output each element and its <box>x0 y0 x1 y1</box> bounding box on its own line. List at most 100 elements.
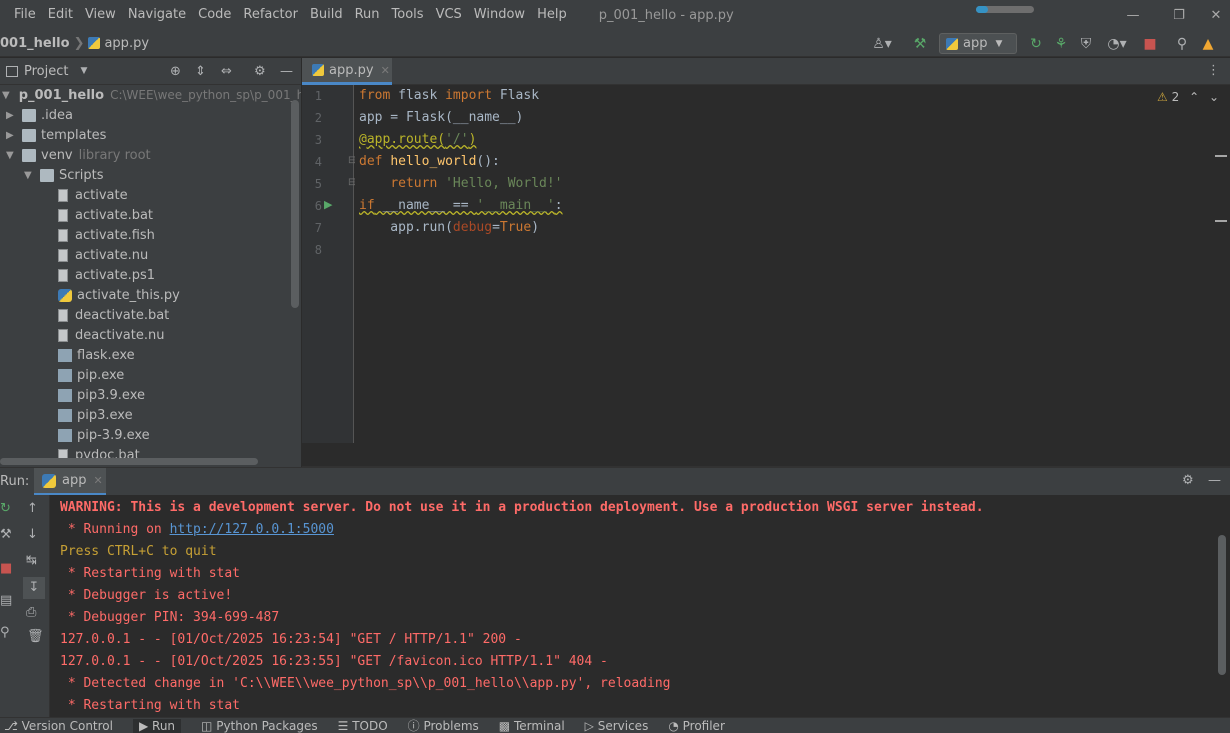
tree-item[interactable]: ▼ Scripts <box>0 165 301 185</box>
console-scrollbar[interactable] <box>1218 535 1226 675</box>
menu-tools[interactable]: Tools <box>386 0 430 30</box>
tree-item[interactable]: activate_this.py <box>0 285 301 305</box>
warning-stripe-marker[interactable] <box>1215 220 1227 222</box>
project-tree-scrollbar[interactable] <box>291 100 299 308</box>
menu-build[interactable]: Build <box>304 0 349 30</box>
tree-item[interactable]: pip3.exe <box>0 405 301 425</box>
gear-icon[interactable]: ⚙ <box>1182 473 1194 488</box>
inspection-widget[interactable]: ⚠ 2 ⌃ ⌄ <box>1157 90 1219 104</box>
menu-vcs[interactable]: VCS <box>430 0 468 30</box>
soft-wrap-icon[interactable]: ↹ <box>26 553 37 568</box>
build-hammer-icon[interactable]: ⚒ <box>908 30 932 57</box>
tree-item[interactable]: pip-3.9.exe <box>0 425 301 445</box>
pin-icon[interactable]: ⚲ <box>0 625 10 640</box>
tree-item-label: deactivate.nu <box>75 327 165 343</box>
restore-icon[interactable]: ❐ <box>1156 0 1202 30</box>
project-panel-title[interactable]: Project <box>24 64 68 79</box>
tree-item[interactable]: ▶ templates <box>0 125 301 145</box>
arrow-up-icon[interactable]: ↑ <box>27 501 38 516</box>
tree-item[interactable]: activate.bat <box>0 205 301 225</box>
background-task-progress[interactable] <box>976 6 1034 13</box>
rerun-icon[interactable]: ↻ <box>0 501 11 516</box>
tree-item[interactable]: activate.nu <box>0 245 301 265</box>
tree-item[interactable]: activate <box>0 185 301 205</box>
run-tab-app[interactable]: app ✕ <box>34 468 106 496</box>
tree-item[interactable]: activate.fish <box>0 225 301 245</box>
hide-panel-icon[interactable]: — <box>1208 473 1221 488</box>
update-icon[interactable]: ▲ <box>1196 30 1220 57</box>
tool-todo[interactable]: ☰ TODO <box>338 719 388 733</box>
chevron-up-icon[interactable]: ⌃ <box>1189 90 1199 104</box>
breadcrumb-file[interactable]: app.py <box>104 36 149 51</box>
collapse-all-icon[interactable]: ⇔ <box>221 64 232 79</box>
stop-icon[interactable]: ■ <box>0 561 12 576</box>
warning-stripe-marker[interactable] <box>1215 155 1227 157</box>
rerun-icon[interactable]: ↻ <box>1024 30 1048 57</box>
tool-profiler[interactable]: ◔ Profiler <box>668 719 725 733</box>
gear-icon[interactable]: ⚙ <box>254 64 266 79</box>
menu-navigate[interactable]: Navigate <box>122 0 192 30</box>
run-gutter-icon[interactable]: ▶ <box>324 198 332 211</box>
wrench-icon[interactable]: ⚒ <box>0 527 12 542</box>
more-options-icon[interactable]: ⋮ <box>1207 63 1220 78</box>
menu-view[interactable]: View <box>79 0 122 30</box>
editor-tab-app-py[interactable]: app.py ✕ <box>302 58 392 85</box>
tree-item[interactable]: deactivate.nu <box>0 325 301 345</box>
close-tab-icon[interactable]: ✕ <box>381 64 390 77</box>
run-console[interactable]: WARNING: This is a development server. D… <box>50 495 1230 717</box>
menu-edit[interactable]: Edit <box>42 0 79 30</box>
coverage-shield-icon[interactable]: ⛨ <box>1074 30 1098 57</box>
menu-file[interactable]: File <box>8 0 42 30</box>
tree-item[interactable]: pip.exe <box>0 365 301 385</box>
chevron-right-icon[interactable]: ▶ <box>6 110 18 121</box>
search-icon[interactable]: ⚲ <box>1170 30 1194 57</box>
tool-problems[interactable]: ⓘ Problems <box>408 718 479 733</box>
tree-item[interactable]: ▶ .idea <box>0 105 301 125</box>
arrow-down-icon[interactable]: ↓ <box>27 527 38 542</box>
print-icon[interactable]: ⎙ <box>26 605 36 620</box>
tree-root[interactable]: ▼ p_001_hello C:\WEE\wee_python_sp\p_001… <box>0 85 301 105</box>
menu-help[interactable]: Help <box>531 0 573 30</box>
tree-item[interactable]: pip3.9.exe <box>0 385 301 405</box>
menu-code[interactable]: Code <box>192 0 237 30</box>
tool-python-packages[interactable]: ◫ Python Packages <box>201 719 318 733</box>
scroll-to-end-icon[interactable]: ↧ <box>23 577 45 599</box>
close-tab-icon[interactable]: ✕ <box>93 474 102 487</box>
chevron-down-icon[interactable]: ▼ <box>24 170 36 181</box>
tree-item[interactable]: activate.ps1 <box>0 265 301 285</box>
tree-item-label: pip3.exe <box>77 407 133 423</box>
profile-run-icon[interactable]: ◔▾ <box>1099 30 1135 57</box>
user-icon[interactable]: ♙▾ <box>868 30 896 57</box>
run-configuration-select[interactable]: app ▼ <box>939 33 1017 54</box>
server-url-link[interactable]: http://127.0.0.1:5000 <box>170 522 334 537</box>
menu-window[interactable]: Window <box>468 0 531 30</box>
locate-target-icon[interactable]: ⊕ <box>170 64 181 79</box>
stop-icon[interactable]: ■ <box>1138 30 1162 57</box>
tool-run[interactable]: ▶ Run <box>132 718 182 733</box>
chevron-down-icon[interactable]: ⌄ <box>1209 90 1219 104</box>
breadcrumb-project[interactable]: 001_hello <box>0 36 70 51</box>
layout-icon[interactable]: ▤ <box>0 593 12 608</box>
minimize-icon[interactable]: — <box>1110 0 1156 30</box>
project-tree-horizontal-scrollbar[interactable] <box>0 458 258 465</box>
tool-version-control[interactable]: ⎇ Version Control <box>4 719 113 733</box>
trash-icon[interactable]: 🗑 <box>27 629 44 644</box>
code-editor[interactable]: from flask import Flask app = Flask(__na… <box>355 85 1230 443</box>
close-icon[interactable]: ✕ <box>1202 0 1230 30</box>
folder-icon <box>22 148 36 162</box>
tree-item[interactable]: deactivate.bat <box>0 305 301 325</box>
chevron-down-icon[interactable]: ▼ <box>6 150 18 161</box>
chevron-down-icon[interactable]: ▼ <box>80 66 87 76</box>
tree-item[interactable]: flask.exe <box>0 345 301 365</box>
code-line-3: @app.route('/') <box>359 132 477 147</box>
menu-run[interactable]: Run <box>349 0 386 30</box>
hide-panel-icon[interactable]: — <box>280 64 293 79</box>
debug-bug-icon[interactable]: ⚘ <box>1049 30 1073 57</box>
tree-item-label: activate.ps1 <box>75 267 156 283</box>
expand-all-icon[interactable]: ⇕ <box>195 64 206 79</box>
menu-refactor[interactable]: Refactor <box>237 0 304 30</box>
chevron-right-icon[interactable]: ▶ <box>6 130 18 141</box>
tool-terminal[interactable]: ▩ Terminal <box>499 719 565 733</box>
tree-item[interactable]: ▼ venv library root <box>0 145 301 165</box>
tool-services[interactable]: ▷ Services <box>585 719 649 733</box>
